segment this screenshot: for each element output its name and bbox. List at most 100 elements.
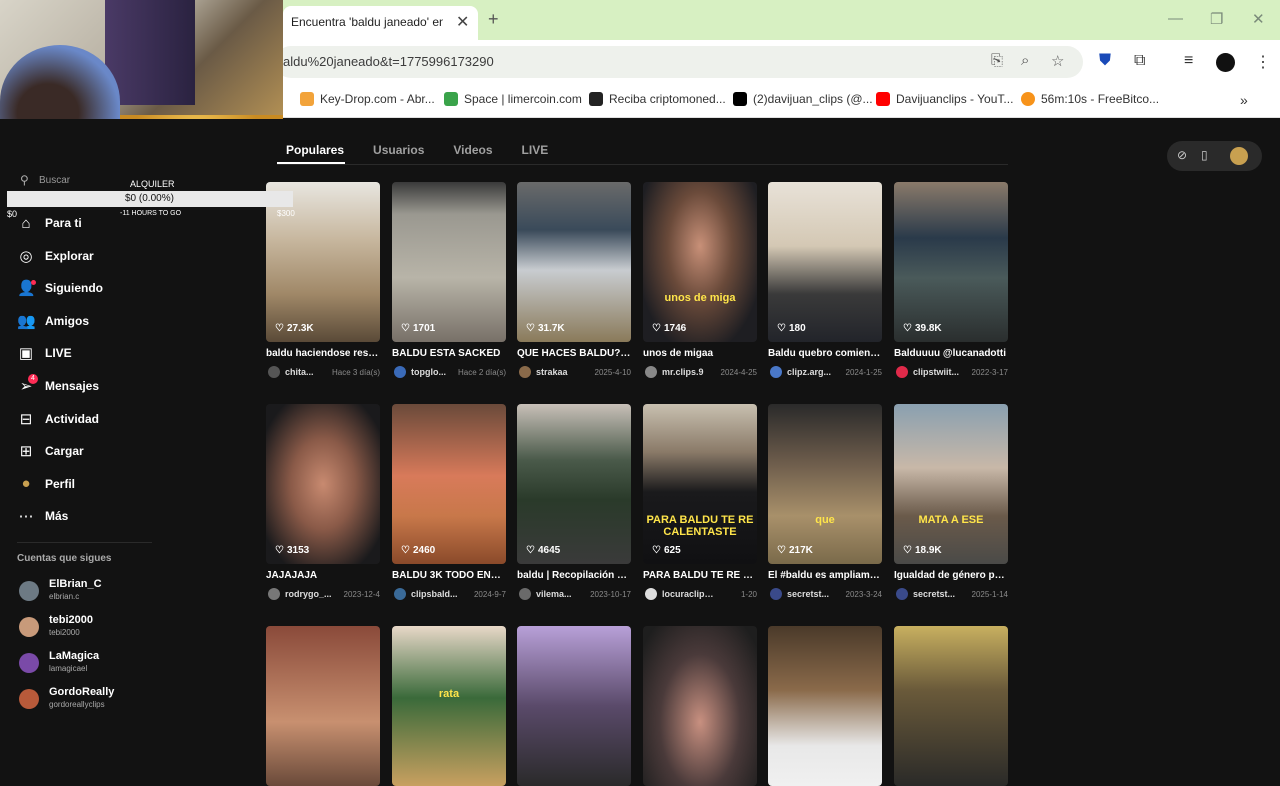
video-description[interactable]: baldu haciendose resp... — [266, 348, 380, 359]
video-author[interactable]: secretst... — [913, 589, 965, 599]
video-thumbnail[interactable]: ♡ 39.8K — [894, 182, 1008, 342]
phone-icon[interactable]: ▯ — [1201, 148, 1208, 162]
following-account[interactable]: ElBrian_C elbrian.c — [19, 578, 169, 606]
avatar[interactable] — [770, 588, 782, 600]
sidebar-item-explorar[interactable]: ◎ Explorar — [17, 244, 93, 268]
video-thumbnail[interactable]: MATA A ESE ♡ 18.9K — [894, 404, 1008, 564]
avatar[interactable] — [1230, 147, 1248, 165]
video-thumbnail[interactable]: ♡ 31.7K — [517, 182, 631, 342]
following-account[interactable]: tebi2000 tebi2000 — [19, 614, 169, 642]
minimize-icon[interactable]: — — [1168, 10, 1183, 27]
install-icon[interactable]: ⎘ — [991, 52, 1003, 69]
sidebar-item-actividad[interactable]: ⊟ Actividad — [17, 407, 99, 431]
video-card[interactable]: rata — [392, 626, 506, 786]
avatar[interactable] — [1216, 53, 1235, 72]
video-description[interactable]: BALDU ESTA SACKED — [392, 348, 506, 359]
sidebar-item-siguiendo[interactable]: 👤 Siguiendo — [17, 276, 103, 300]
following-account[interactable]: GordoReally gordoreallyclips — [19, 686, 169, 714]
video-author[interactable]: clipz.arg... — [787, 367, 839, 377]
video-description[interactable]: PARA BALDU TE RE CA... — [643, 570, 757, 581]
video-description[interactable]: Balduuuu @lucanadotti — [894, 348, 1008, 359]
video-thumbnail[interactable]: unos de miga ♡ 1746 — [643, 182, 757, 342]
video-description[interactable]: unos de migaa — [643, 348, 757, 359]
sidebar-item-perfil[interactable]: ● Perfil — [17, 472, 75, 496]
video-card[interactable]: ♡ 1701 BALDU ESTA SACKED topglo... Hace 2 dí… — [392, 182, 506, 380]
video-card[interactable] — [768, 626, 882, 786]
video-card[interactable]: ♡ 2460 BALDU 3K TODO ENO... clipsbald... 202… — [392, 404, 506, 602]
video-card[interactable]: ♡ 3153 JAJAJAJA rodrygo_... 2023-12-4 — [266, 404, 380, 602]
following-account[interactable]: LaMagica lamagicael — [19, 650, 169, 678]
browser-tab[interactable]: Encuentra 'baldu janeado' en Ti ✕ — [283, 6, 478, 40]
video-description[interactable]: El #baldu es ampliame... — [768, 570, 882, 581]
video-card[interactable]: PARA BALDU TE RE CALENTASTE ♡ 625 PARA BALD… — [643, 404, 757, 602]
tab-populares[interactable]: Populares — [286, 143, 344, 157]
video-card[interactable] — [266, 626, 380, 786]
video-thumbnail[interactable]: ♡ 3153 — [266, 404, 380, 564]
avatar[interactable] — [519, 588, 531, 600]
tab-videos[interactable]: Videos — [453, 143, 492, 157]
avatar[interactable] — [268, 588, 280, 600]
video-thumbnail[interactable] — [768, 626, 882, 786]
video-description[interactable]: QUE HACES BALDU? ... — [517, 348, 631, 359]
tab-live[interactable]: LIVE — [522, 143, 549, 157]
video-author[interactable]: locuraclips1 — [662, 589, 714, 599]
avatar[interactable] — [645, 366, 657, 378]
video-thumbnail[interactable]: que ♡ 217K — [768, 404, 882, 564]
video-thumbnail[interactable]: ♡ 2460 — [392, 404, 506, 564]
bookmark-item[interactable]: 56m:10s - FreeBitco... — [1021, 92, 1159, 106]
extensions-icon[interactable]: ⧉ — [1134, 52, 1145, 70]
avatar[interactable] — [394, 366, 406, 378]
video-description[interactable]: baldu | Recopilación d... — [517, 570, 631, 581]
video-author[interactable]: rodrygo_... — [285, 589, 337, 599]
avatar[interactable] — [896, 366, 908, 378]
shield-icon[interactable]: ⛊ — [1099, 52, 1111, 70]
video-card[interactable]: ♡ 31.7K QUE HACES BALDU? ... strakaa 2025-4-… — [517, 182, 631, 380]
video-author[interactable]: secretst... — [787, 589, 839, 599]
address-bar[interactable]: aldu%20janeado&t=1775996173290 ⎘ ⌕ ☆ — [275, 46, 1083, 78]
video-author[interactable]: strakaa — [536, 367, 588, 377]
video-thumbnail[interactable]: PARA BALDU TE RE CALENTASTE ♡ 625 — [643, 404, 757, 564]
video-card[interactable]: ♡ 39.8K Balduuuu @lucanadotti clipstwiit...… — [894, 182, 1008, 380]
video-thumbnail[interactable] — [894, 626, 1008, 786]
video-author[interactable]: clipsbald... — [411, 589, 463, 599]
search-input[interactable]: ⚲ Buscar — [10, 170, 150, 192]
bookmark-item[interactable]: Space | limercoin.com — [444, 92, 582, 106]
close-icon[interactable]: ✕ — [456, 12, 469, 32]
video-thumbnail[interactable] — [266, 626, 380, 786]
video-description[interactable]: Igualdad de género pa... — [894, 570, 1008, 581]
video-thumbnail[interactable] — [643, 626, 757, 786]
bookmark-item[interactable]: Davijuanclips - YouT... — [876, 92, 1013, 106]
media-icon[interactable]: ≡ — [1184, 52, 1193, 70]
video-author[interactable]: clipstwiit... — [913, 367, 965, 377]
avatar[interactable] — [394, 588, 406, 600]
video-card[interactable] — [643, 626, 757, 786]
avatar[interactable] — [519, 366, 531, 378]
video-author[interactable]: chita... — [285, 367, 337, 377]
sidebar-item-más[interactable]: ⋯ Más — [17, 504, 69, 528]
video-description[interactable]: JAJAJAJA — [266, 570, 380, 581]
menu-icon[interactable]: ⋮ — [1255, 52, 1271, 72]
video-thumbnail[interactable]: rata — [392, 626, 506, 786]
bookmark-item[interactable]: (2)davijuan_clips (@... — [733, 92, 873, 106]
restore-icon[interactable]: ❐ — [1210, 10, 1223, 28]
bookmark-item[interactable]: Key-Drop.com - Abr... — [300, 92, 435, 106]
video-description[interactable]: Baldu quebro comiend... — [768, 348, 882, 359]
sidebar-item-para-ti[interactable]: ⌂ Para ti — [17, 211, 81, 235]
url-text[interactable]: aldu%20janeado&t=1775996173290 — [283, 54, 494, 69]
video-author[interactable]: vilema... — [536, 589, 588, 599]
bookmark-item[interactable]: Reciba criptomoned... — [589, 92, 726, 106]
video-card[interactable]: ♡ 180 Baldu quebro comiend... clipz.arg... 2… — [768, 182, 882, 380]
video-thumbnail[interactable]: ♡ 1701 — [392, 182, 506, 342]
avatar[interactable] — [645, 588, 657, 600]
avatar[interactable] — [770, 366, 782, 378]
star-icon[interactable]: ☆ — [1051, 52, 1064, 70]
window-close-icon[interactable]: ✕ — [1252, 10, 1265, 28]
video-card[interactable]: unos de miga ♡ 1746 unos de migaa mr.clips.9… — [643, 182, 757, 380]
sidebar-item-mensajes[interactable]: ➢ 4 Mensajes — [17, 374, 99, 398]
video-card[interactable]: MATA A ESE ♡ 18.9K Igualdad de género pa...… — [894, 404, 1008, 602]
avatar[interactable] — [268, 366, 280, 378]
tab-usuarios[interactable]: Usuarios — [373, 143, 424, 157]
video-author[interactable]: mr.clips.9 — [662, 367, 714, 377]
video-card[interactable] — [517, 626, 631, 786]
video-author[interactable]: topglo... — [411, 367, 463, 377]
